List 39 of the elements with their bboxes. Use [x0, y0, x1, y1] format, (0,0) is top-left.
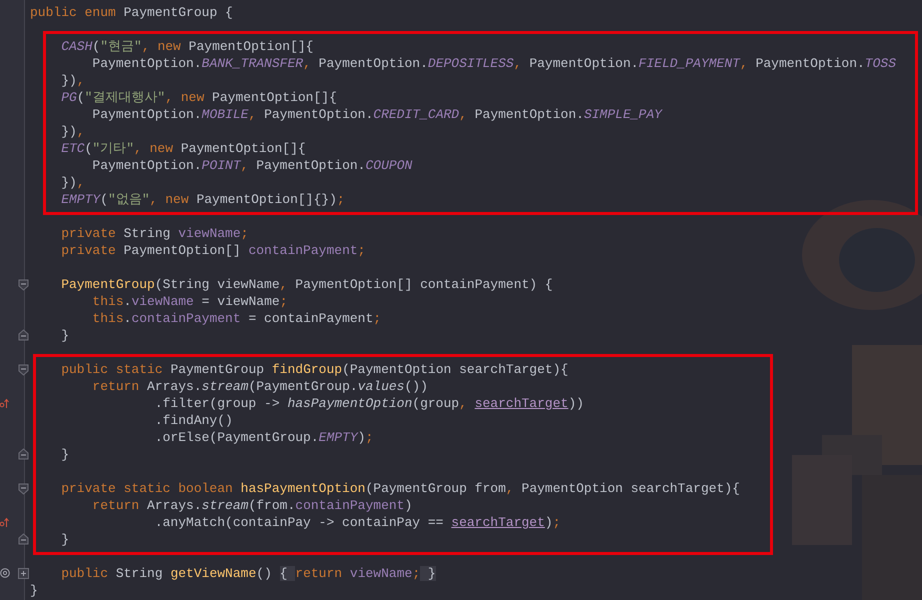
fold-icon[interactable] [18, 483, 29, 495]
code-line: private String viewName; [60, 225, 248, 242]
code-line: private PaymentOption[] containPayment; [60, 242, 366, 259]
code-line: } [30, 582, 38, 599]
at-icon[interactable] [0, 568, 10, 578]
code-line: }), [60, 123, 85, 140]
code-line: private static boolean hasPaymentOption(PaymentGroup from, PaymentOption searchTarget){ [60, 480, 740, 497]
code-line: this.viewName = viewName; [91, 293, 288, 310]
code-line: PaymentOption.BANK_TRANSFER, PaymentOption.DEPOSITLESS, PaymentOption.FIELD_PAYMENT, PaymentOption.TOSS [91, 55, 896, 72]
code-line: public String getViewName() { return viewName; } [60, 565, 436, 582]
fold-icon[interactable] [18, 364, 29, 376]
code-line: }), [60, 72, 85, 89]
fold-icon[interactable] [18, 279, 29, 291]
code-line: } [60, 327, 70, 344]
code-line: PG("결제대행사", new PaymentOption[]{ [60, 89, 337, 106]
code-line: public static PaymentGroup findGroup(PaymentOption searchTarget){ [60, 361, 568, 378]
code-line: return Arrays.stream(PaymentGroup.values()) [91, 378, 428, 395]
code-line: this.containPayment = containPayment; [91, 310, 382, 327]
expand-icon[interactable] [18, 568, 29, 579]
fold-icon[interactable] [18, 533, 29, 545]
code-line: .findAny() [154, 412, 233, 429]
code-line: EMPTY("없음", new PaymentOption[]{}); [60, 191, 345, 208]
code-line: .filter(group -> hasPaymentOption(group, searchTarget)) [154, 395, 584, 412]
code-line: .anyMatch(containPay -> containPay == searchTarget); [154, 514, 561, 531]
code-line: public enum PaymentGroup { [30, 4, 233, 21]
override-icon[interactable] [0, 517, 9, 528]
fold-icon[interactable] [18, 329, 29, 341]
code-line: CASH("현금", new PaymentOption[]{ [60, 38, 314, 55]
code-line: ETC("기타", new PaymentOption[]{ [60, 140, 306, 157]
code-line: }), [60, 174, 85, 191]
code-line: PaymentGroup(String viewName, PaymentOption[] containPayment) { [60, 276, 553, 293]
code-line: return Arrays.stream(from.containPayment) [91, 497, 412, 514]
fold-icon[interactable] [18, 448, 29, 460]
code-line: PaymentOption.POINT, PaymentOption.COUPON [91, 157, 412, 174]
code-line: } [60, 446, 70, 463]
code-line: .orElse(PaymentGroup.EMPTY); [154, 429, 374, 446]
code-line: PaymentOption.MOBILE, PaymentOption.CREDIT_CARD, PaymentOption.SIMPLE_PAY [91, 106, 662, 123]
override-icon[interactable] [0, 398, 9, 409]
code-line: } [60, 531, 70, 548]
